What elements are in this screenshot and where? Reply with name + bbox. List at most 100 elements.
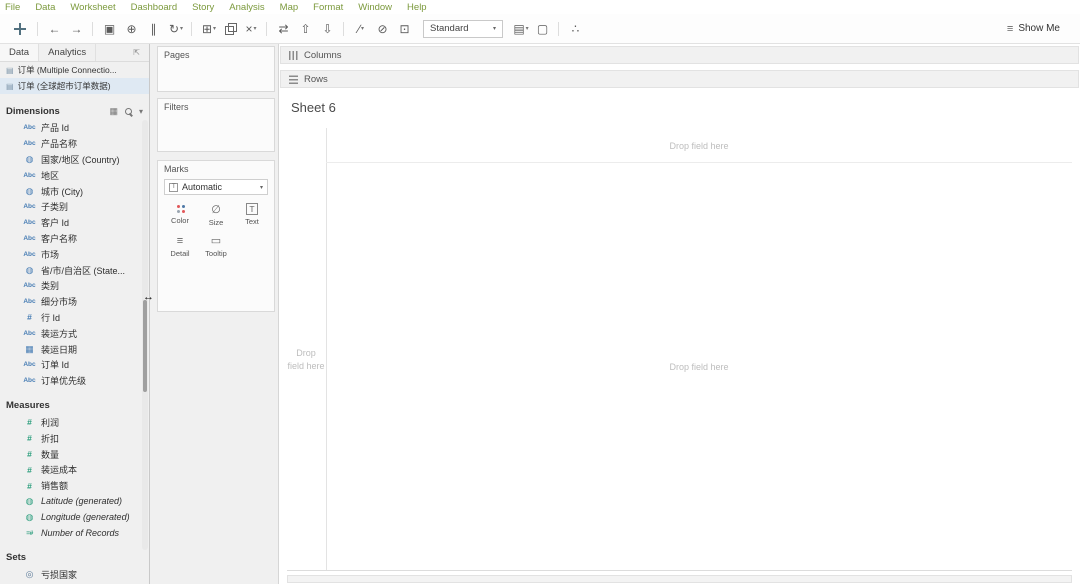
tab-label: Data	[9, 47, 30, 58]
sort-ascending-icon[interactable]: ⇧	[296, 19, 316, 39]
field-label: 产品 Id	[41, 123, 70, 134]
menu-item[interactable]: Help	[407, 2, 427, 13]
tooltip-button[interactable]: ▭ Tooltip	[198, 234, 234, 258]
separator[interactable]	[555, 19, 564, 39]
abc-icon	[22, 377, 37, 384]
menu-item[interactable]: File	[5, 2, 20, 13]
field-label: 产品名称	[41, 139, 78, 150]
field-item[interactable]: 省/市/自治区 (State...	[0, 262, 149, 278]
new-worksheet-icon[interactable]: ⊞ ▾	[199, 19, 219, 39]
separator[interactable]	[34, 19, 43, 39]
menu-item[interactable]: Format	[313, 2, 343, 13]
field-item[interactable]: 类别	[0, 278, 149, 294]
clear-sheet-icon[interactable]: × ▾	[241, 19, 261, 39]
menu-item[interactable]: Window	[358, 2, 392, 13]
horizontal-scrollbar[interactable]	[287, 575, 1072, 583]
field-item[interactable]: 装运日期	[0, 341, 149, 357]
field-item[interactable]: 亏损国家	[0, 567, 149, 583]
pane-scrollbar-thumb[interactable]	[143, 300, 147, 392]
undo-icon[interactable]: ←	[45, 19, 65, 39]
presentation-mode-icon[interactable]: ▢	[533, 19, 553, 39]
drop-zone-rows[interactable]: Drop field here	[287, 347, 325, 373]
separator[interactable]	[188, 19, 197, 39]
columns-shelf[interactable]: Columns	[280, 46, 1079, 64]
chevron-down-icon[interactable]: ▾	[139, 107, 143, 116]
refresh-icon[interactable]: ↻ ▾	[166, 19, 186, 39]
view-data-grid-icon[interactable]: ▦	[109, 106, 118, 117]
pause-updates-icon[interactable]: ∥	[144, 19, 164, 39]
field-item[interactable]: 产品 Id	[0, 120, 149, 136]
field-item[interactable]: Longitude (generated)	[0, 509, 149, 525]
add-data-icon[interactable]: ⊕	[122, 19, 142, 39]
field-item[interactable]: 装运方式	[0, 325, 149, 341]
abc-icon	[22, 172, 37, 179]
field-label: 客户名称	[41, 233, 78, 244]
size-button[interactable]: ∅ Size	[198, 203, 234, 227]
filters-card[interactable]: Filters	[157, 98, 275, 152]
separator[interactable]	[340, 19, 349, 39]
menu-item[interactable]: Map	[280, 2, 298, 13]
pane-scrollbar[interactable]	[142, 120, 148, 550]
duplicate-icon[interactable]	[221, 19, 239, 39]
field-item[interactable]: 地区	[0, 167, 149, 183]
highlight-icon[interactable]: ∕ ▾	[351, 19, 371, 39]
separator[interactable]	[263, 19, 272, 39]
tab-data[interactable]: Data	[0, 44, 40, 61]
dimensions-header-icons: ▦ ▾	[109, 106, 143, 117]
pages-card[interactable]: Pages	[157, 46, 275, 92]
field-item[interactable]: 产品名称	[0, 136, 149, 152]
field-item[interactable]: 国家/地区 (Country)	[0, 152, 149, 168]
show-hide-cards-icon[interactable]: ▤ ▾	[511, 19, 531, 39]
icon-glyph: →	[70, 21, 83, 36]
field-item[interactable]: 利润	[0, 415, 149, 431]
field-label: Longitude (generated)	[41, 512, 130, 523]
field-label: 订单优先级	[41, 376, 87, 387]
color-button[interactable]: Color	[162, 203, 198, 227]
show-mark-labels-icon[interactable]: ⊡	[395, 19, 415, 39]
datasource-item[interactable]: 订单 (Multiple Connectio...	[0, 62, 149, 78]
swap-axes-icon[interactable]: ⇄	[274, 19, 294, 39]
sort-descending-icon[interactable]: ⇩	[318, 19, 338, 39]
text-button[interactable]: T Text	[234, 203, 270, 227]
separator[interactable]	[89, 19, 98, 39]
menu-item[interactable]: Dashboard	[131, 2, 177, 13]
mark-type-dropdown[interactable]: Automatic ▾	[164, 179, 268, 195]
field-item[interactable]: 订单 Id	[0, 357, 149, 373]
group-members-icon[interactable]: ⊘	[373, 19, 393, 39]
datasource-item[interactable]: 订单 (全球超市订单数据)	[0, 78, 149, 94]
field-item[interactable]: 市场	[0, 246, 149, 262]
field-item[interactable]: 装运成本	[0, 462, 149, 478]
menu-item[interactable]: Data	[35, 2, 55, 13]
field-item[interactable]: 订单优先级	[0, 373, 149, 389]
field-item[interactable]: 客户 Id	[0, 215, 149, 231]
field-item[interactable]: 子类别	[0, 199, 149, 215]
menu-item[interactable]: Story	[192, 2, 214, 13]
drop-zone-canvas[interactable]: Drop field here	[326, 362, 1072, 372]
share-icon[interactable]: ∴	[566, 19, 586, 39]
field-item[interactable]: 折扣	[0, 430, 149, 446]
rows-shelf[interactable]: Rows	[280, 70, 1079, 88]
show-me-button[interactable]: ≡ Show Me	[1007, 23, 1060, 35]
detail-button[interactable]: ≡ Detail	[162, 234, 198, 259]
field-item[interactable]: 行 Id	[0, 310, 149, 326]
search-icon[interactable]	[124, 107, 133, 116]
menu-item[interactable]: Worksheet	[70, 2, 115, 13]
field-item[interactable]: 城市 (City)	[0, 183, 149, 199]
pin-pane-icon[interactable]: ⇱	[133, 48, 145, 57]
drop-zone-columns[interactable]: Drop field here	[326, 141, 1072, 151]
field-item[interactable]: Number of Records	[0, 525, 149, 541]
tableau-logo-icon[interactable]	[8, 19, 32, 39]
save-icon[interactable]: ▣	[100, 19, 120, 39]
set-icon	[22, 569, 37, 580]
field-item[interactable]: Latitude (generated)	[0, 494, 149, 510]
tab-analytics[interactable]: Analytics	[39, 44, 97, 61]
field-item[interactable]: 客户名称	[0, 231, 149, 247]
menu-item[interactable]: Analysis	[229, 2, 264, 13]
marks-buttons: Color ∅ Size T Text ≡ Detail ▭ Tooltip	[158, 201, 274, 260]
field-item[interactable]: 细分市场	[0, 294, 149, 310]
field-item[interactable]: 销售额	[0, 478, 149, 494]
field-item[interactable]: 数量	[0, 446, 149, 462]
redo-icon[interactable]: →	[67, 19, 87, 39]
fit-selector[interactable]: Standard ▾	[423, 19, 503, 38]
sets-list: 亏损国家	[0, 567, 149, 583]
